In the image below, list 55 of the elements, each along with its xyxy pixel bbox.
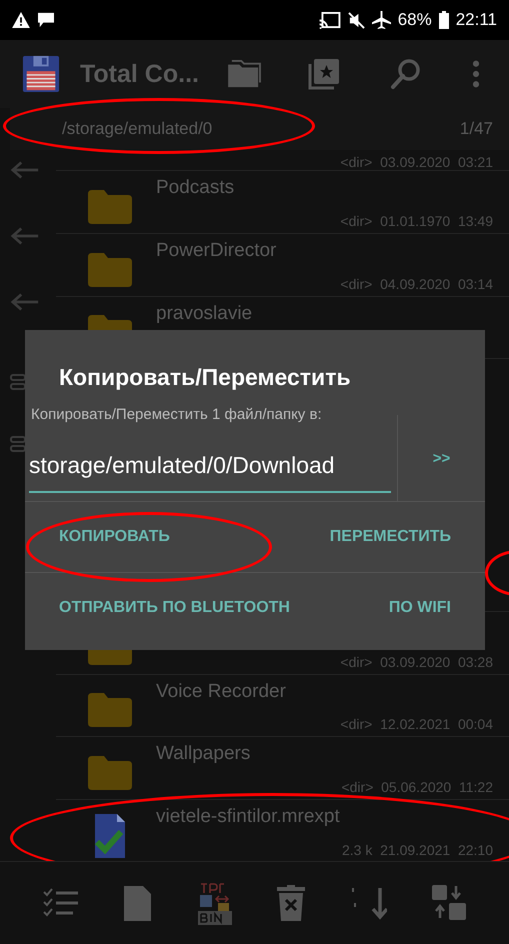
dialog-action-button[interactable]: ОТПРАВИТЬ ПО BLUETOOTH (45, 591, 304, 625)
file-details: <dir> 03.09.2020 03:28 (340, 654, 493, 670)
back-arrow-icon (10, 292, 40, 312)
file-list-row[interactable]: Wallpapers <dir> 05.06.2020 11:22 (56, 736, 509, 800)
dialog-message: Копировать/Переместить 1 файл/папку в: (30, 405, 323, 423)
file-list-row[interactable]: PowerDirector <dir> 04.09.2020 03:14 (56, 232, 509, 296)
file-name: PowerDirector (156, 240, 278, 263)
file-name: pravoslavie (156, 302, 254, 326)
battery-icon (438, 11, 449, 29)
trash-icon[interactable] (277, 885, 306, 921)
file-name: vietele-sfintilor.mrexpt (156, 806, 341, 830)
folder-icon (88, 190, 132, 224)
back-arrow-icon (10, 160, 40, 180)
checklist-icon[interactable] (42, 888, 79, 918)
dialog-title: Копировать/Переместить (59, 364, 351, 392)
back-arrow-icon (10, 226, 40, 246)
path-bar[interactable]: /storage/emulated/0 1/47 (10, 108, 509, 150)
cast-icon (318, 12, 341, 28)
folder-icon (88, 756, 132, 790)
file-details: <dir> 01.01.1970 13:49 (340, 212, 493, 229)
app-title: Total Co... (80, 60, 200, 88)
file-details: <dir> 05.06.2020 11:22 (341, 779, 493, 796)
file-name: Voice Recorder (156, 680, 287, 704)
current-path: /storage/emulated/0 (62, 118, 212, 139)
dialog-action-button[interactable]: ПЕРЕМЕСТИТЬ (316, 520, 465, 554)
file-list-row[interactable]: <dir> 03.09.2020 03:21 (56, 150, 509, 170)
ftp-binary-icon[interactable] (198, 881, 232, 925)
file-details: 2.3 k 21.09.2021 22:10 (342, 842, 493, 858)
more-menu-icon[interactable] (472, 60, 480, 88)
star-bookmark-icon[interactable] (308, 58, 340, 90)
chat-bubble-icon (37, 12, 55, 28)
document-icon[interactable] (124, 885, 152, 921)
folders-icon[interactable] (228, 59, 262, 89)
mute-icon (348, 12, 365, 28)
file-name: Wallpapers (156, 743, 252, 766)
search-icon[interactable] (390, 58, 422, 90)
warning-icon (12, 12, 30, 28)
file-details: <dir> 03.09.2020 03:21 (340, 154, 493, 170)
file-list-row[interactable]: Podcasts <dir> 01.01.1970 13:49 (56, 170, 509, 233)
item-counter: 1/47 (460, 118, 493, 139)
dialog-action-button[interactable]: ПО WIFI (374, 591, 465, 625)
file-details: <dir> 04.09.2020 03:14 (340, 276, 493, 292)
battery-percentage: 68% (398, 10, 432, 30)
folder-icon (88, 693, 132, 728)
folder-icon (88, 252, 132, 287)
target-path-field[interactable]: storage/emulated/0/Download (29, 439, 391, 493)
file-name: Podcasts (156, 176, 236, 200)
airplane-icon (372, 10, 391, 30)
clock-time: 22:11 (456, 10, 497, 30)
file-details: <dir> 12.02.2021 00:04 (340, 716, 493, 732)
document-check-icon (95, 814, 125, 858)
browse-button[interactable]: >> (397, 415, 485, 501)
dialog-action-button[interactable]: КОПИРОВАТЬ (45, 520, 184, 554)
swap-panels-icon[interactable] (432, 885, 466, 921)
file-list-row[interactable]: Voice Recorder <dir> 12.02.2021 00:04 (56, 674, 509, 736)
